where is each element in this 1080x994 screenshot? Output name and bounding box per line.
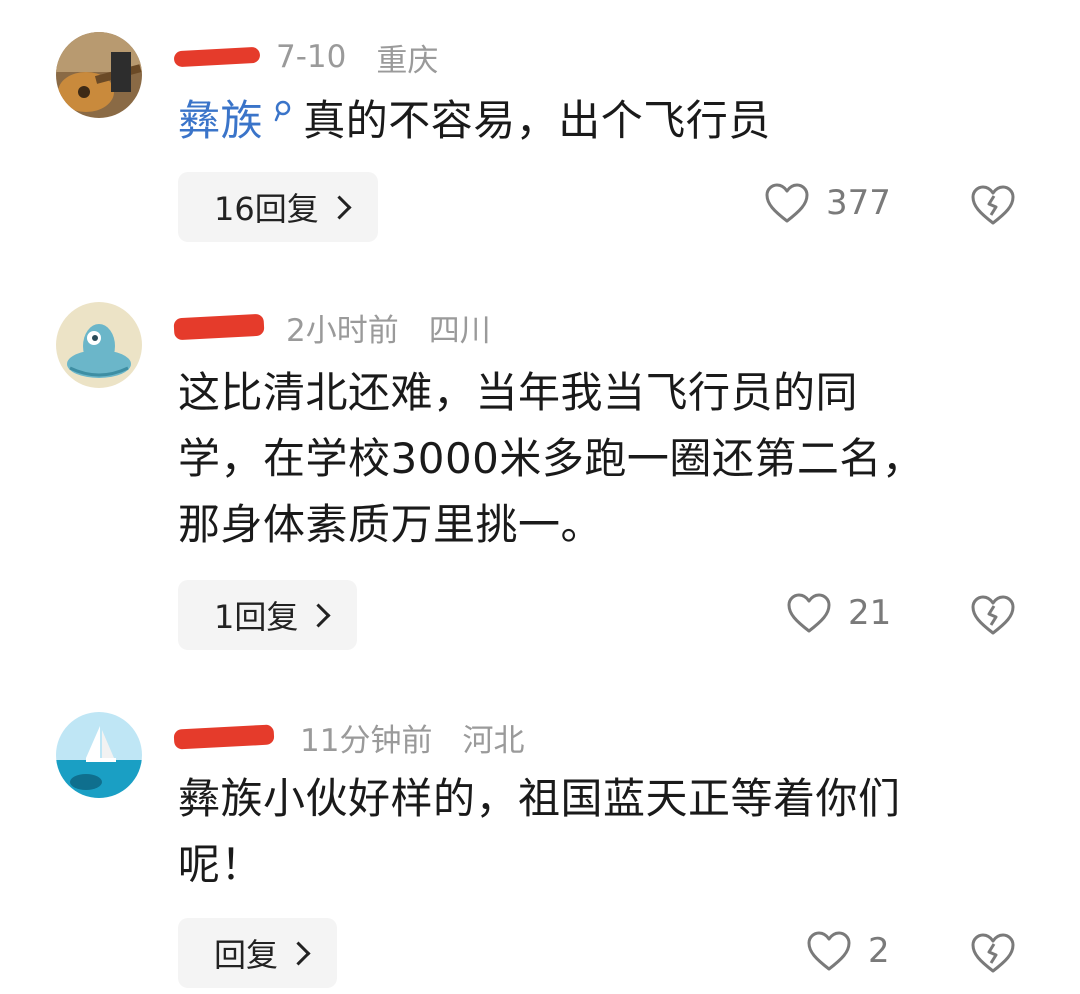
username-redacted[interactable] bbox=[173, 42, 261, 72]
comment-time: 2小时前 bbox=[286, 312, 399, 349]
comment-location: 河北 bbox=[462, 722, 525, 759]
like-count: 21 bbox=[848, 593, 892, 633]
comment-line: 学，在学校3000米多跑一圈还第二名， bbox=[178, 434, 925, 483]
redaction-mark bbox=[173, 46, 261, 68]
like-button[interactable]: 21 bbox=[786, 592, 891, 634]
comment-text: 彝族小伙好样的，祖国蓝天正等着你们 呢！ bbox=[178, 766, 1008, 898]
like-button[interactable]: 2 bbox=[806, 930, 890, 972]
avatar[interactable] bbox=[56, 302, 142, 388]
redaction-mark bbox=[173, 724, 275, 750]
comment-meta: 2小时前 四川 bbox=[173, 304, 491, 350]
comment-location: 四川 bbox=[428, 312, 491, 349]
comment-line: 那身体素质万里挑一。 bbox=[178, 500, 604, 549]
comment-body: 真的不容易，出个飞行员 bbox=[303, 96, 771, 145]
like-count: 377 bbox=[826, 183, 891, 223]
comment-text: 这比清北还难，当年我当飞行员的同 学，在学校3000米多跑一圈还第二名， 那身体… bbox=[178, 360, 1008, 558]
comment-meta: 7-10 重庆 bbox=[173, 34, 439, 80]
reply-label: 回复 bbox=[214, 936, 279, 974]
redaction-mark bbox=[173, 313, 265, 341]
broken-heart-icon bbox=[971, 185, 1015, 225]
like-button[interactable]: 377 bbox=[764, 182, 891, 224]
comment-item: 11分钟前 河北 彝族小伙好样的，祖国蓝天正等着你们 呢！ 回复 2 bbox=[0, 700, 1080, 994]
heart-icon bbox=[807, 931, 851, 971]
chevron-right-icon bbox=[286, 940, 311, 966]
heart-icon bbox=[765, 183, 809, 223]
comment-line: 彝族小伙好样的，祖国蓝天正等着你们 bbox=[178, 774, 901, 823]
comment-text: 彝族 真的不容易，出个飞行员 bbox=[178, 88, 1008, 154]
reply-count-label: 1回复 bbox=[214, 598, 299, 636]
username-redacted[interactable] bbox=[173, 312, 265, 342]
reply-button[interactable]: 回复 bbox=[178, 918, 338, 988]
comment-item: 7-10 重庆 彝族 真的不容易，出个飞行员 16回复 377 bbox=[0, 0, 1080, 260]
comment-line: 这比清北还难，当年我当飞行员的同 bbox=[178, 368, 859, 417]
chevron-right-icon bbox=[327, 194, 352, 220]
reply-count-label: 16回复 bbox=[214, 190, 319, 228]
dislike-button[interactable] bbox=[970, 594, 1016, 640]
topic-tag-label: 彝族 bbox=[178, 96, 264, 145]
topic-tag[interactable]: 彝族 bbox=[178, 96, 303, 145]
comment-time: 11分钟前 bbox=[300, 722, 433, 759]
search-icon bbox=[265, 100, 303, 129]
dislike-button[interactable] bbox=[970, 184, 1016, 230]
like-count: 2 bbox=[868, 931, 890, 971]
comment-item: 2小时前 四川 这比清北还难，当年我当飞行员的同 学，在学校3000米多跑一圈还… bbox=[0, 290, 1080, 670]
comment-time: 7-10 bbox=[276, 39, 347, 75]
comment-location: 重庆 bbox=[376, 42, 439, 79]
avatar[interactable] bbox=[56, 712, 142, 798]
dislike-button[interactable] bbox=[970, 932, 1016, 978]
comment-line: 呢！ bbox=[178, 840, 264, 889]
chevron-right-icon bbox=[306, 602, 331, 628]
reply-button[interactable]: 1回复 bbox=[178, 580, 358, 650]
comment-meta: 11分钟前 河北 bbox=[173, 714, 525, 760]
broken-heart-icon bbox=[971, 595, 1015, 635]
reply-button[interactable]: 16回复 bbox=[178, 172, 378, 242]
broken-heart-icon bbox=[971, 933, 1015, 973]
heart-icon bbox=[787, 593, 831, 633]
avatar[interactable] bbox=[56, 32, 142, 118]
username-redacted[interactable] bbox=[173, 722, 278, 752]
